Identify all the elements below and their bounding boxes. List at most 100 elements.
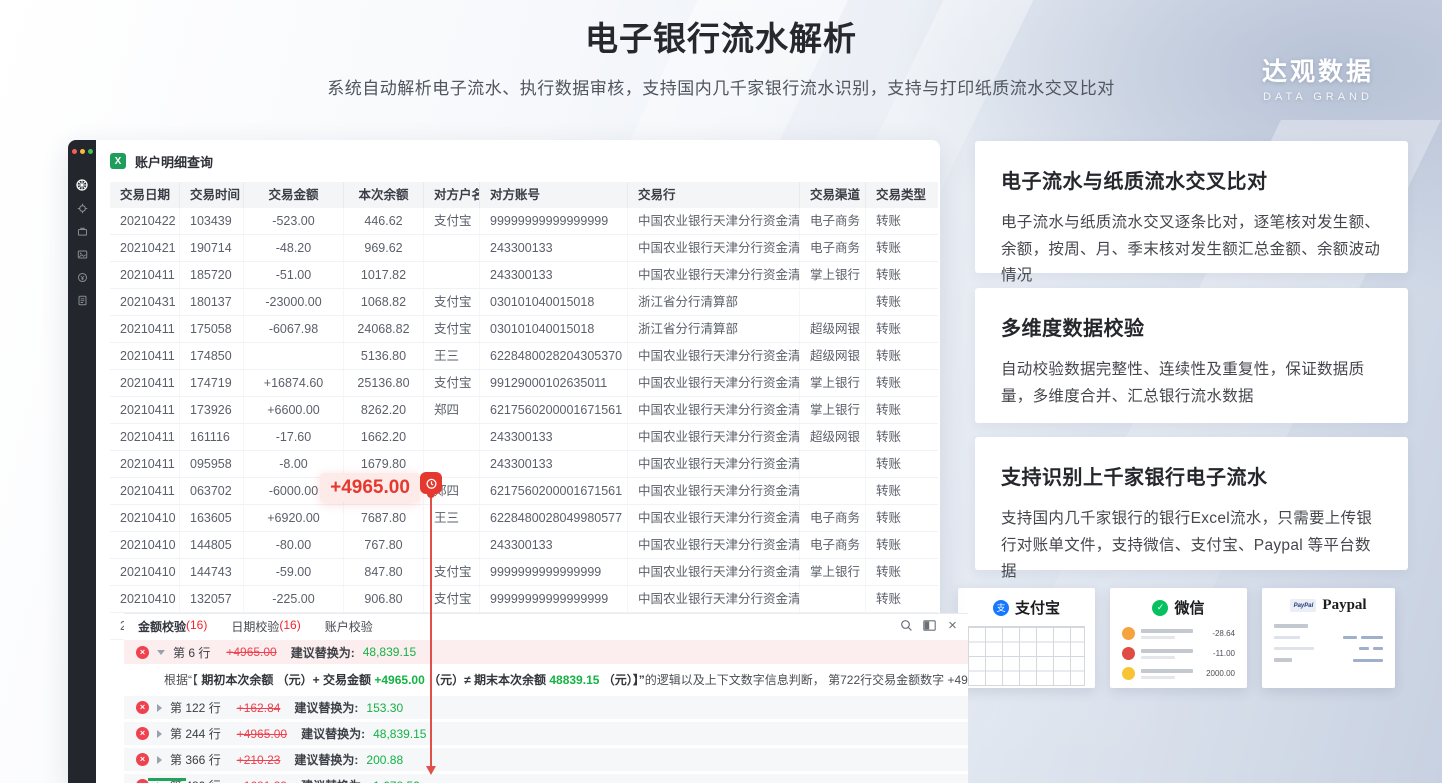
table-cell: 中国农业银行天津分行资金清算中心 xyxy=(628,235,800,261)
alipay-card: 支 支付宝 xyxy=(958,588,1095,688)
table-cell: -51.00 xyxy=(244,262,344,288)
table-cell: 030101040015018 xyxy=(480,289,628,315)
table-cell: 郑四 xyxy=(424,397,480,423)
table-cell: 转账 xyxy=(866,397,938,423)
error-row[interactable]: 第 6 行+4965.00建议替换为:48,839.15 xyxy=(124,640,968,664)
table-cell: 103439 xyxy=(180,208,244,234)
arrow-down-icon xyxy=(426,766,436,775)
page-subtitle: 系统自动解析电子流水、执行数据审核，支持国内几千家银行流水识别，支持与打印纸质流… xyxy=(0,74,1442,99)
feature-body: 支持国内几千家银行的银行Excel流水，只需要上传银行对账单文件，支持微信、支付… xyxy=(1001,506,1382,586)
table-cell: 浙江省分行清算部 xyxy=(628,289,800,315)
app-window: X 账户明细查询 交易日期交易时间交易金额本次余额对方户名对方账号交易行交易渠道… xyxy=(68,140,940,783)
tab-label: 金额校验 xyxy=(138,618,186,635)
validation-tab[interactable]: 账户校验 xyxy=(325,618,373,635)
table-row[interactable]: 20210411095958-8.001679.80243300133中国农业银… xyxy=(110,451,938,478)
maximize-window-icon[interactable] xyxy=(88,149,93,154)
feature-body: 自动校验数据完整性、连续性及重复性，保证数据质量，多维度合并、汇总银行流水数据 xyxy=(1001,357,1382,410)
table-cell: 超级网银 xyxy=(800,424,866,450)
table-cell: 20210411 xyxy=(110,343,180,369)
table-row[interactable]: 20210411173926+6600.008262.20郑四621756020… xyxy=(110,397,938,424)
table-cell: 中国农业银行天津分行资金清算中心 xyxy=(628,343,800,369)
chevron-right-icon[interactable] xyxy=(157,756,162,764)
table-cell: 8262.20 xyxy=(344,397,424,423)
table-row[interactable]: 20210410144805-80.00767.80243300133中国农业银… xyxy=(110,532,938,559)
table-cell: 243300133 xyxy=(480,451,628,477)
briefcase-icon[interactable] xyxy=(75,224,89,238)
alipay-statement-thumbnail xyxy=(968,626,1085,686)
table-cell: 25136.80 xyxy=(344,370,424,396)
search-icon[interactable] xyxy=(899,618,914,633)
error-row[interactable]: 第 480 行+1681.29建议替换为:1,678.52 xyxy=(124,774,968,783)
error-row[interactable]: 第 366 行+210.23建议替换为:200.88 xyxy=(124,748,968,771)
error-old-value: +4965.00 xyxy=(226,645,276,659)
error-new-value: 200.88 xyxy=(366,753,403,767)
image-icon[interactable] xyxy=(75,247,89,261)
table-cell: 144805 xyxy=(180,532,244,558)
table-cell: 095958 xyxy=(180,451,244,477)
table-cell: 电子商务 xyxy=(800,505,866,531)
table-cell: 超级网银 xyxy=(800,343,866,369)
table-cell: 174719 xyxy=(180,370,244,396)
tab-count: (16) xyxy=(186,618,207,635)
error-row[interactable]: 第 122 行+162.84建议替换为:153.30 xyxy=(124,696,968,719)
close-window-icon[interactable] xyxy=(72,149,77,154)
table-row[interactable]: 20210411185720-51.001017.82243300133中国农业… xyxy=(110,262,938,289)
panel-icon[interactable] xyxy=(922,618,937,633)
table-cell: 6228480028204305370 xyxy=(480,343,628,369)
excel-icon: X xyxy=(110,153,126,169)
table-cell: 20210411 xyxy=(110,262,180,288)
table-row[interactable]: 20210411175058-6067.9824068.82支付宝0301010… xyxy=(110,316,938,343)
table-row[interactable]: 20210421190714-48.20969.62243300133中国农业银… xyxy=(110,235,938,262)
validation-tab[interactable]: 日期校验(16) xyxy=(231,618,300,635)
table-cell: -80.00 xyxy=(244,532,344,558)
table-cell: 转账 xyxy=(866,532,938,558)
chevron-down-icon[interactable] xyxy=(157,650,165,655)
table-row[interactable]: 20210410144743-59.00847.80支付宝99999999999… xyxy=(110,559,938,586)
table-cell: 20210411 xyxy=(110,424,180,450)
chevron-right-icon[interactable] xyxy=(157,730,162,738)
column-header: 交易渠道 xyxy=(800,182,866,208)
table-cell: 20210410 xyxy=(110,586,180,612)
paypal-receipt-thumbnail xyxy=(1274,624,1383,662)
table-cell: +6600.00 xyxy=(244,397,344,423)
alipay-icon: 支 xyxy=(993,600,1009,616)
column-header: 交易金额 xyxy=(244,182,344,208)
close-icon[interactable] xyxy=(945,618,960,633)
document-icon[interactable] xyxy=(75,293,89,307)
error-icon xyxy=(136,701,149,714)
table-row[interactable]: 20210431180137-23000.001068.82支付宝0301010… xyxy=(110,289,938,316)
wechat-amount: -28.64 xyxy=(1212,629,1235,638)
validation-tab[interactable]: 金额校验(16) xyxy=(138,618,207,635)
feature-card-bank-support: 支持识别上千家银行电子流水 支持国内几千家银行的银行Excel流水，只需要上传银… xyxy=(975,437,1408,570)
excel-sheet-accent xyxy=(148,778,186,781)
table-row[interactable]: 20210422103439-523.00446.62支付宝9999999999… xyxy=(110,208,938,235)
table-cell: 243300133 xyxy=(480,235,628,261)
table-row[interactable]: 20210410132057-225.00906.80支付宝9999999999… xyxy=(110,586,938,613)
minimize-window-icon[interactable] xyxy=(80,149,85,154)
error-row[interactable]: 第 244 行+4965.00建议替换为:48,839.15 xyxy=(124,722,968,745)
chevron-right-icon[interactable] xyxy=(157,704,162,712)
table-cell: 20210422 xyxy=(110,208,180,234)
error-old-value: +4965.00 xyxy=(237,727,287,741)
table-row[interactable]: 20210411063702-6000.001687.80郑四621756020… xyxy=(110,478,938,505)
coin-icon[interactable] xyxy=(75,270,89,284)
column-header: 交易时间 xyxy=(180,182,244,208)
table-row[interactable]: 20210411174719+16874.6025136.80支付宝991290… xyxy=(110,370,938,397)
table-cell: 转账 xyxy=(866,289,938,315)
table-cell: 中国农业银行天津分行资金清算中心 xyxy=(628,262,800,288)
table-row[interactable]: 20210411161116-17.601662.20243300133中国农业… xyxy=(110,424,938,451)
gear-icon[interactable] xyxy=(75,201,89,215)
wechat-text-placeholder xyxy=(1141,629,1193,639)
wheel-icon[interactable] xyxy=(75,178,89,192)
table-cell: 电子商务 xyxy=(800,532,866,558)
error-row-label: 第 122 行 xyxy=(170,699,221,716)
table-row[interactable]: 20210410163605+6920.007687.80王三622848002… xyxy=(110,505,938,532)
validation-panel: 金额校验(16) 日期校验(16) 账户校验 第 6 行+4965.00建议替换为:… xyxy=(124,613,968,783)
wechat-icon: ✓ xyxy=(1152,600,1168,616)
table-row[interactable]: 202104111748505136.80王三62284800282043053… xyxy=(110,343,938,370)
table-cell: 掌上银行 xyxy=(800,397,866,423)
table-cell: 中国农业银行天津分行资金清算中心 xyxy=(628,586,800,612)
feature-title: 多维度数据校验 xyxy=(1001,312,1382,341)
paypal-card: PayPal Paypal xyxy=(1262,588,1395,688)
window-controls[interactable] xyxy=(68,140,96,154)
